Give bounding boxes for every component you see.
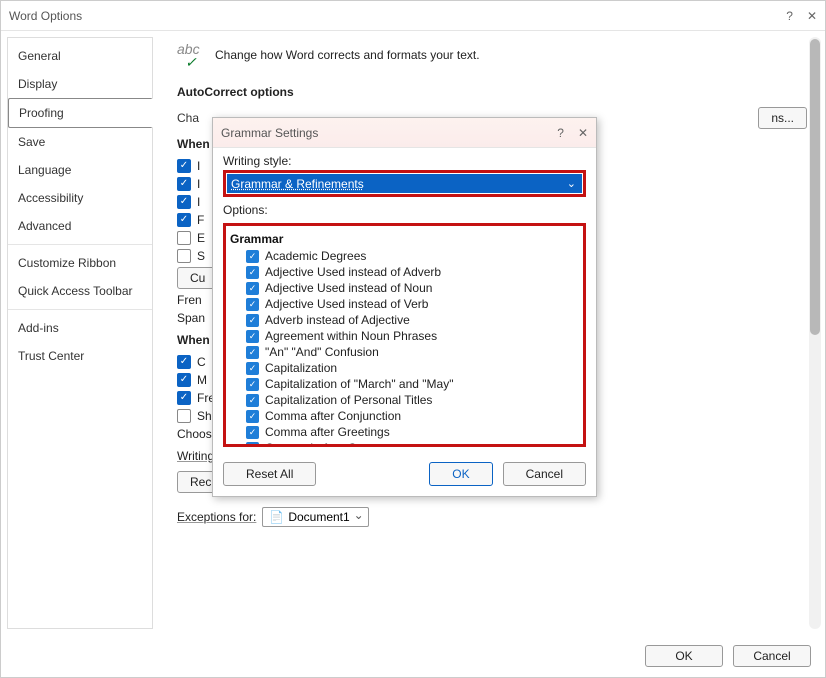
exceptions-label: Exceptions for: [177,510,256,524]
reset-all-button[interactable]: Reset All [223,462,316,486]
option-label: Adverb instead of Adjective [265,313,410,327]
sub-close-button[interactable]: ✕ [578,126,588,140]
scrollbar-thumb[interactable] [810,39,820,335]
option-label: Capitalization of Personal Titles [265,393,432,407]
grammar-option[interactable]: Comma before Contrast [230,440,579,444]
sidebar-item-advanced[interactable]: Advanced [8,212,152,240]
grammar-option[interactable]: Adverb instead of Adjective [230,312,579,328]
sidebar-item-general[interactable]: General [8,42,152,70]
option-checkbox[interactable] [246,282,259,295]
sidebar-item-trust-center[interactable]: Trust Center [8,342,152,370]
sidebar-item-proofing[interactable]: Proofing [8,98,153,128]
checkbox-2[interactable] [177,177,191,191]
grammar-option[interactable]: Adjective Used instead of Noun [230,280,579,296]
help-button[interactable]: ? [786,9,793,23]
exceptions-select[interactable]: 📄Document1 [262,507,368,527]
group-grammar: Grammar [230,232,579,246]
sub-ok-button[interactable]: OK [429,462,492,486]
grammar-settings-dialog: Grammar Settings ? ✕ Writing style: Gram… [212,117,597,497]
grammar-option[interactable]: Capitalization of "March" and "May" [230,376,579,392]
grammar-option[interactable]: Agreement within Noun Phrases [230,328,579,344]
grammar-option[interactable]: Adjective Used instead of Verb [230,296,579,312]
checkbox-5[interactable] [177,231,191,245]
option-label: Capitalization of "March" and "May" [265,377,453,391]
close-button[interactable]: ✕ [807,9,817,23]
option-checkbox[interactable] [246,426,259,439]
option-label: Adjective Used instead of Adverb [265,265,441,279]
dialog-title: Word Options [9,9,786,23]
vertical-scrollbar[interactable] [809,37,821,629]
option-label: Comma after Greetings [265,425,390,439]
grammar-option[interactable]: Academic Degrees [230,248,579,264]
sidebar: General Display Proofing Save Language A… [7,37,153,629]
sidebar-item-accessibility[interactable]: Accessibility [8,184,152,212]
checkbox-4[interactable] [177,213,191,227]
option-label: Capitalization [265,361,337,375]
option-label: Comma after Conjunction [265,409,401,423]
autocorrect-desc: Cha [177,111,199,125]
checkbox-c[interactable] [177,355,191,369]
sidebar-item-customize-ribbon[interactable]: Customize Ribbon [8,249,152,277]
option-label: Adjective Used instead of Verb [265,297,428,311]
sub-titlebar: Grammar Settings ? ✕ [213,118,596,148]
highlight-writing-style: Grammar & Refinements ⌄ [223,170,586,197]
option-checkbox[interactable] [246,362,259,375]
option-checkbox[interactable] [246,378,259,391]
option-label: "An" "And" Confusion [265,345,379,359]
sub-writing-style-label: Writing style: [223,154,586,168]
grammar-option[interactable]: Capitalization [230,360,579,376]
header-text: Change how Word corrects and formats you… [215,48,480,62]
french-label: Fren [177,293,202,307]
sidebar-item-language[interactable]: Language [8,156,152,184]
option-checkbox[interactable] [246,314,259,327]
option-label: Comma before Contrast [265,441,393,444]
sidebar-item-display[interactable]: Display [8,70,152,98]
checkbox-1[interactable] [177,159,191,173]
option-checkbox[interactable] [246,298,259,311]
option-checkbox[interactable] [246,394,259,407]
sidebar-item-quick-access[interactable]: Quick Access Toolbar [8,277,152,305]
option-label: Agreement within Noun Phrases [265,329,437,343]
grammar-option[interactable]: Capitalization of Personal Titles [230,392,579,408]
cancel-button[interactable]: Cancel [733,645,811,667]
grammar-option[interactable]: Adjective Used instead of Adverb [230,264,579,280]
checkbox-6[interactable] [177,249,191,263]
sidebar-item-addins[interactable]: Add-ins [8,314,152,342]
checkbox-readability[interactable] [177,409,191,423]
grammar-option[interactable]: Comma after Greetings [230,424,579,440]
chevron-down-icon: ⌄ [567,177,578,190]
option-checkbox[interactable] [246,442,259,445]
checkbox-freq-confused[interactable] [177,391,191,405]
option-label: Adjective Used instead of Noun [265,281,432,295]
option-checkbox[interactable] [246,266,259,279]
sub-dialog-title: Grammar Settings [221,126,557,140]
options-listbox[interactable]: Grammar Academic Degrees Adjective Used i… [226,226,583,444]
option-checkbox[interactable] [246,250,259,263]
option-label: Academic Degrees [265,249,366,263]
sidebar-item-save[interactable]: Save [8,128,152,156]
grammar-option[interactable]: Comma after Conjunction [230,408,579,424]
option-checkbox[interactable] [246,410,259,423]
sub-help-button[interactable]: ? [557,126,564,140]
ok-button[interactable]: OK [645,645,723,667]
checkbox-3[interactable] [177,195,191,209]
checkbox-m[interactable] [177,373,191,387]
highlight-options: Grammar Academic Degrees Adjective Used i… [223,223,586,447]
autocorrect-options-button[interactable]: ns... [758,107,807,129]
options-label: Options: [223,203,586,217]
option-checkbox[interactable] [246,330,259,343]
proofing-icon: abc✓ [177,41,205,69]
titlebar: Word Options ? ✕ [1,1,825,31]
section-autocorrect: AutoCorrect options [177,85,807,99]
option-checkbox[interactable] [246,346,259,359]
spanish-label: Span [177,311,205,325]
grammar-option[interactable]: "An" "And" Confusion [230,344,579,360]
sub-cancel-button[interactable]: Cancel [503,462,586,486]
sub-writing-style-select[interactable]: Grammar & Refinements ⌄ [227,174,582,193]
